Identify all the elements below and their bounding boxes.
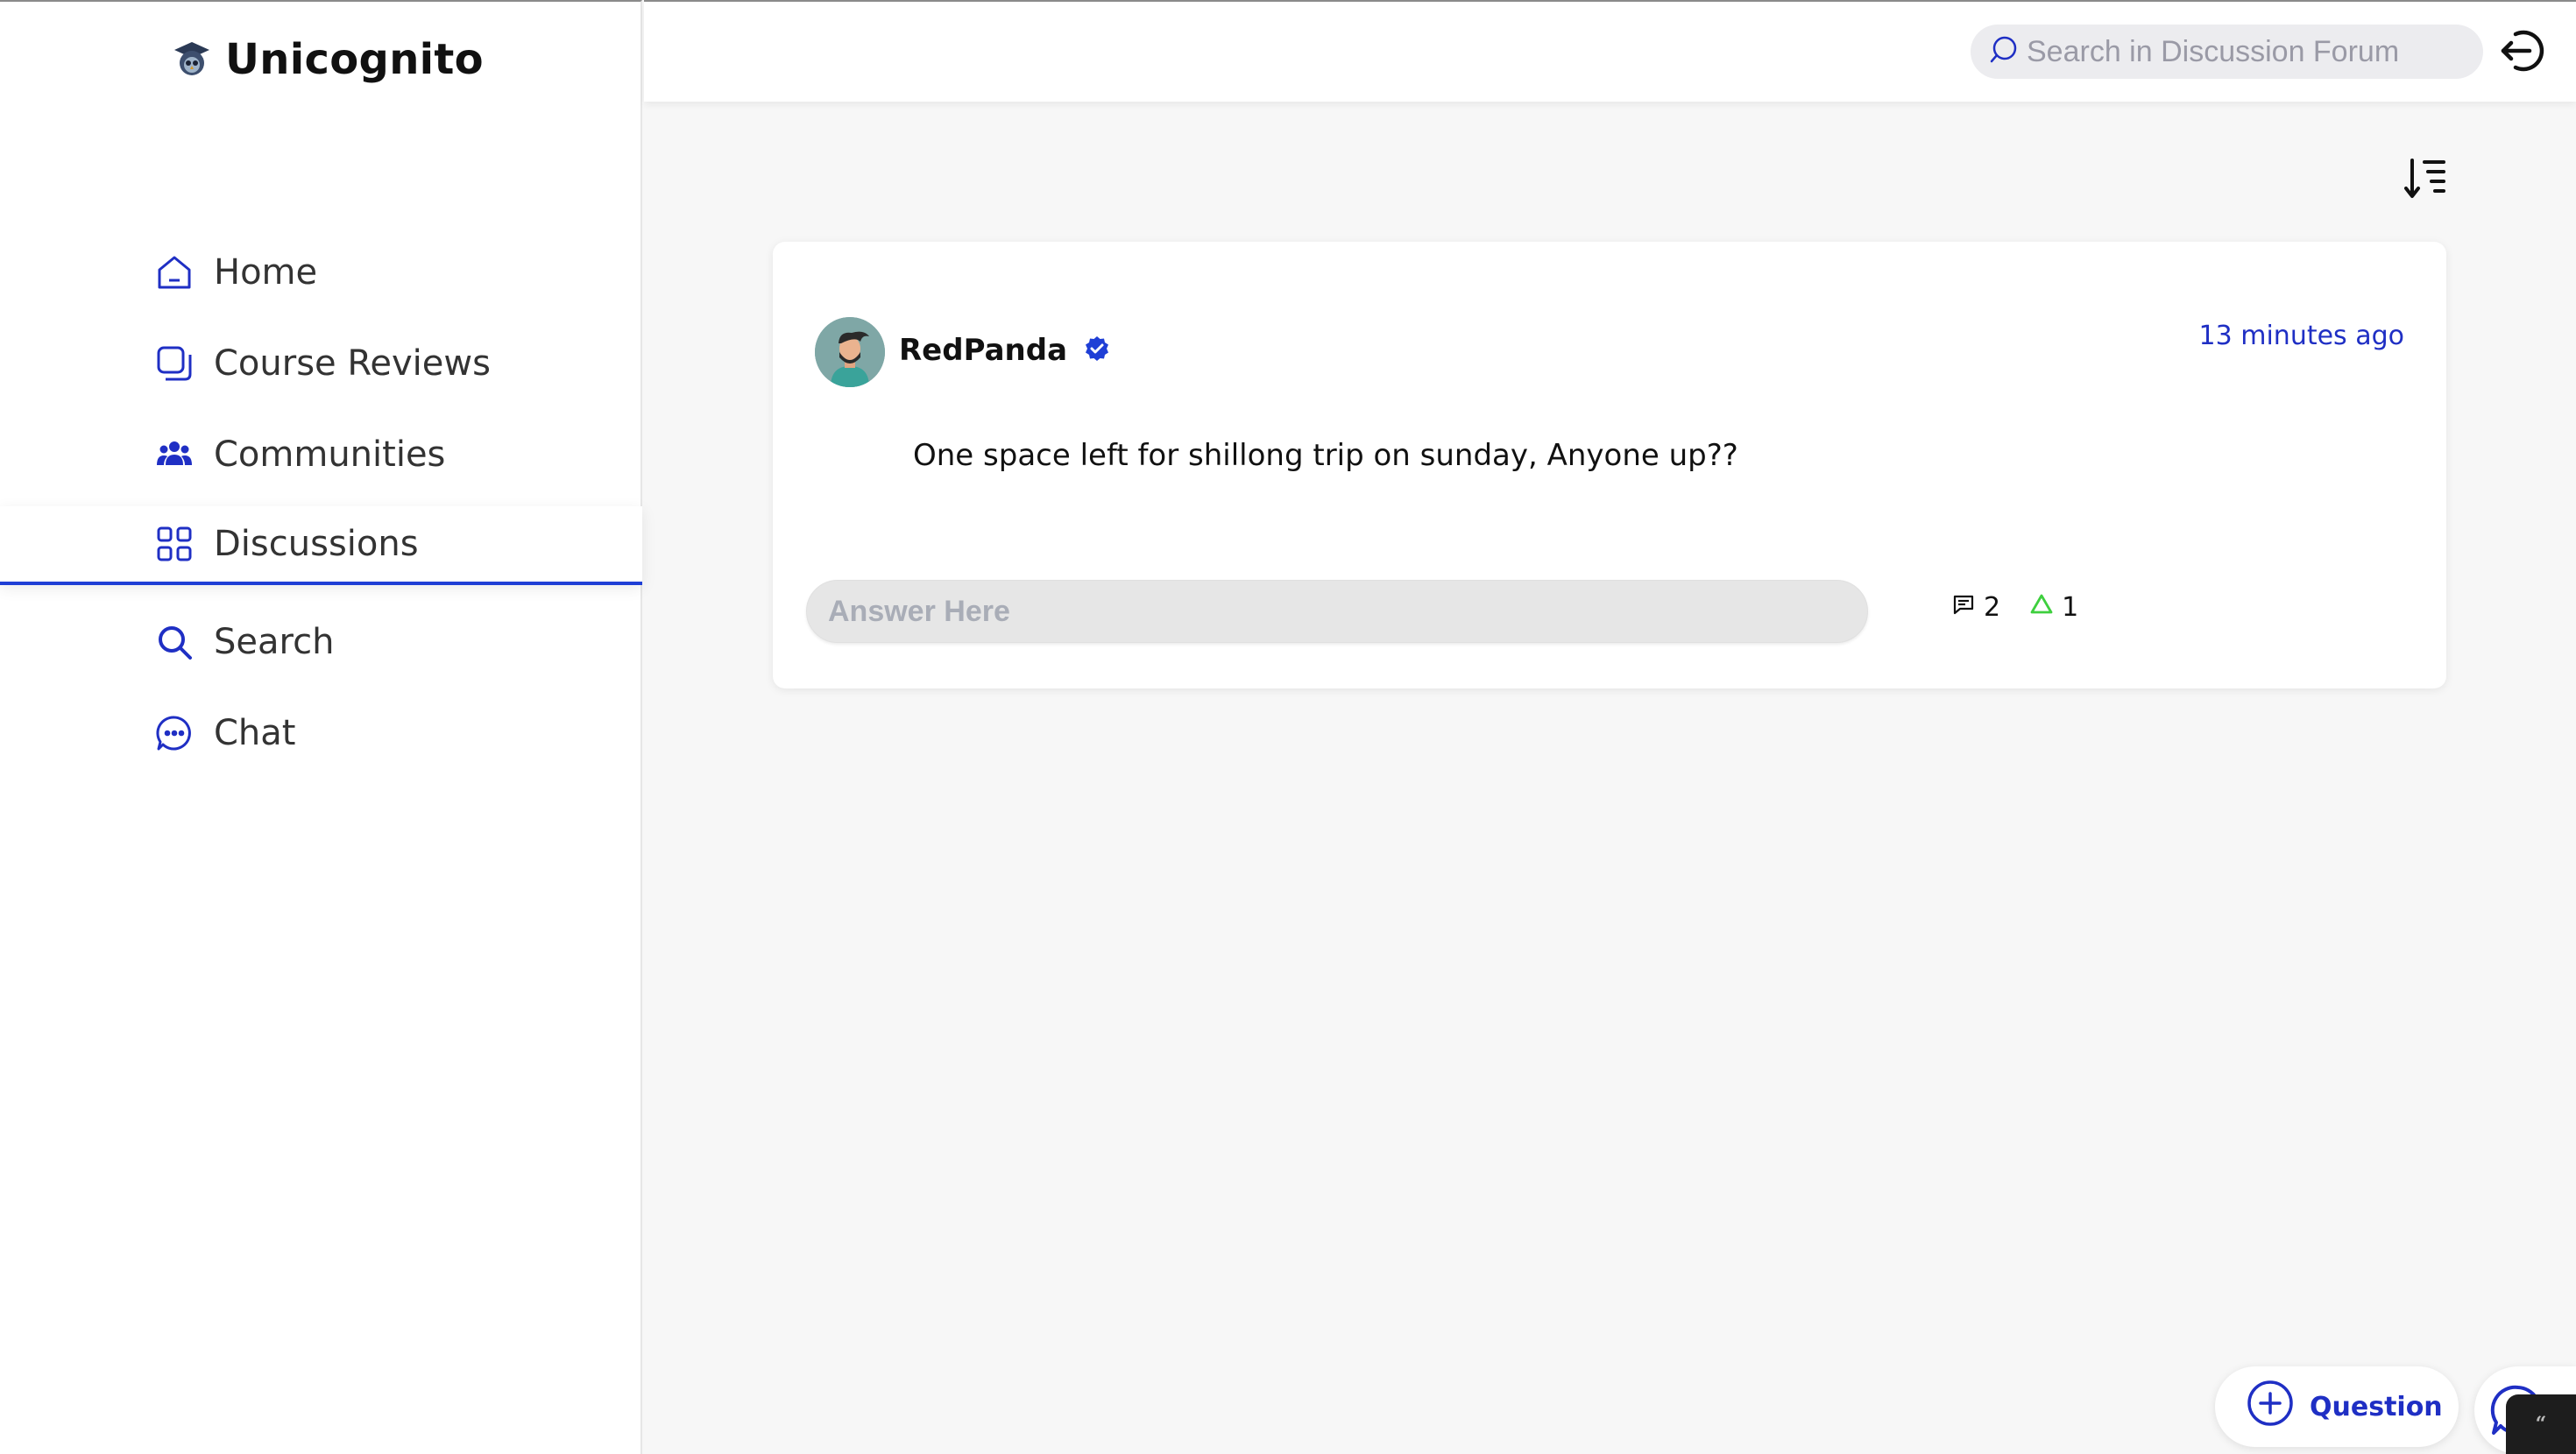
sidebar-item-label: Home [214,252,318,293]
comment-count[interactable]: 2 [1952,592,2000,623]
answer-input[interactable] [806,580,1868,643]
plus-circle-icon [2247,1380,2294,1434]
sidebar-item-label: Course Reviews [214,343,491,384]
users-icon [156,436,193,473]
sidebar-item-label: Discussions [214,524,419,564]
comment-count-value: 2 [1984,592,2001,623]
author-name[interactable]: RedPanda [899,333,1067,368]
sidebar-item-discussions[interactable]: Discussions [0,506,642,585]
sort-descending-icon [2403,157,2447,204]
upvote-triangle-icon [2030,592,2053,623]
feedback-widget[interactable]: “ [2506,1394,2576,1454]
sidebar: Unicognito Home Course Reviews Communiti… [0,0,642,1454]
comment-icon [1952,592,1975,623]
sidebar-item-label: Chat [214,713,296,753]
sidebar-item-communities[interactable]: Communities [0,415,642,494]
top-header [644,0,2576,102]
question-button-label: Question [2310,1391,2443,1422]
app-root: Unicognito Home Course Reviews Communiti… [0,0,2576,1454]
forum-search[interactable] [1971,25,2483,79]
chat-bubble-icon [156,715,193,752]
sidebar-item-home[interactable]: Home [0,233,642,312]
app-name: Unicognito [225,35,484,84]
post-author: RedPanda [899,333,1111,368]
grid-icon [156,526,193,562]
avatar[interactable] [815,317,885,387]
discussion-card: RedPanda 13 minutes ago One space left f… [773,242,2446,688]
forum-search-input[interactable] [2027,34,2465,69]
copy-icon [156,345,193,382]
home-icon [156,254,193,291]
ask-question-button[interactable]: Question [2215,1366,2459,1447]
sidebar-item-course-reviews[interactable]: Course Reviews [0,324,642,403]
post-stats: 2 1 [1952,592,2078,623]
sort-button[interactable] [2401,156,2450,205]
chat-search-icon [1988,35,2018,68]
quote-icon: “ [2535,1413,2547,1436]
post-body: One space left for shillong trip on sund… [913,438,1738,473]
search-icon [156,624,193,660]
sidebar-item-search[interactable]: Search [0,603,642,681]
graduation-owl-logo-icon [171,39,213,81]
upvote-count[interactable]: 1 [2030,592,2078,623]
logout-icon [2498,27,2545,78]
upvote-count-value: 1 [2062,592,2079,623]
verified-badge-icon [1083,335,1111,366]
brand[interactable]: Unicognito [171,33,484,86]
post-timestamp: 13 minutes ago [2198,321,2404,351]
sidebar-item-chat[interactable]: Chat [0,694,642,773]
sidebar-item-label: Search [214,622,335,662]
sidebar-item-label: Communities [214,434,446,475]
logout-button[interactable] [2495,26,2548,79]
